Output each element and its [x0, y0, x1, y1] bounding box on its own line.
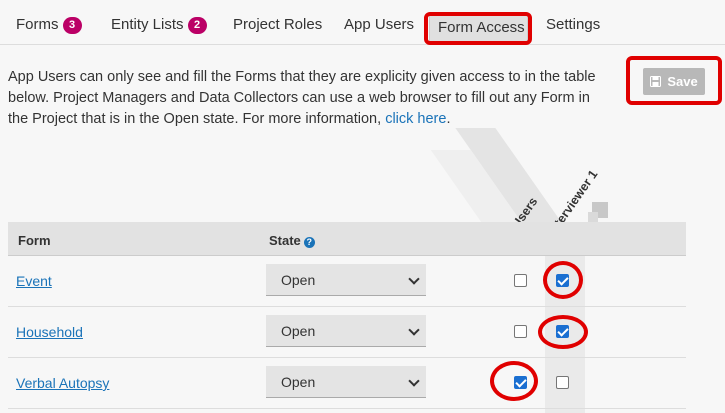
- header-state: State?: [269, 233, 315, 248]
- checkbox-app-users-event[interactable]: [514, 274, 527, 287]
- state-select[interactable]: Open: [266, 264, 426, 296]
- tab-entity-lists[interactable]: Entity Lists 2: [111, 16, 207, 34]
- help-link[interactable]: click here: [385, 111, 446, 127]
- tab-project-roles[interactable]: Project Roles: [233, 16, 322, 33]
- forms-count-badge: 3: [62, 17, 82, 34]
- checkbox-user1-verbal-autopsy[interactable]: [556, 376, 569, 389]
- form-link-household[interactable]: Household: [16, 324, 83, 340]
- chevron-down-icon: [408, 375, 420, 387]
- form-link-event[interactable]: Event: [16, 273, 52, 289]
- entity-lists-count-badge: 2: [187, 17, 207, 34]
- chevron-down-icon: [408, 324, 420, 336]
- state-select[interactable]: Open: [266, 366, 426, 398]
- table-row: Verbal Autopsy Open: [8, 358, 686, 409]
- tab-form-access[interactable]: Form Access: [429, 14, 528, 42]
- intro-body: App Users can only see and fill the Form…: [8, 69, 596, 127]
- save-icon: [650, 76, 662, 87]
- tab-settings[interactable]: Settings: [546, 16, 600, 33]
- table-row: Event Open: [8, 256, 686, 307]
- table-header: Form State?: [8, 222, 686, 256]
- intro-suffix: .: [446, 111, 451, 127]
- form-link-verbal-autopsy[interactable]: Verbal Autopsy: [16, 375, 109, 391]
- table-row: Household Open: [8, 307, 686, 358]
- save-button[interactable]: Save: [643, 68, 705, 95]
- checkbox-user1-event[interactable]: [556, 274, 569, 287]
- tab-app-users[interactable]: App Users: [344, 16, 414, 33]
- state-value: Open: [281, 323, 316, 339]
- tab-forms-label: Forms: [16, 16, 59, 33]
- state-select[interactable]: Open: [266, 315, 426, 347]
- header-form: Form: [18, 233, 51, 248]
- tab-entity-lists-label: Entity Lists: [111, 16, 184, 33]
- state-value: Open: [281, 272, 316, 288]
- header-state-label: State: [269, 233, 301, 248]
- chevron-down-icon: [408, 273, 420, 285]
- checkbox-app-users-verbal-autopsy[interactable]: [514, 376, 527, 389]
- tab-forms[interactable]: Forms 3: [16, 16, 82, 34]
- project-tabs: Forms 3 Entity Lists 2 Project Roles App U…: [0, 0, 725, 45]
- intro-text: App Users can only see and fill the Form…: [8, 67, 608, 130]
- save-label: Save: [667, 74, 698, 89]
- help-icon[interactable]: ?: [303, 237, 315, 248]
- state-value: Open: [281, 374, 316, 390]
- checkbox-app-users-household[interactable]: [514, 325, 527, 338]
- checkbox-user1-household[interactable]: [556, 325, 569, 338]
